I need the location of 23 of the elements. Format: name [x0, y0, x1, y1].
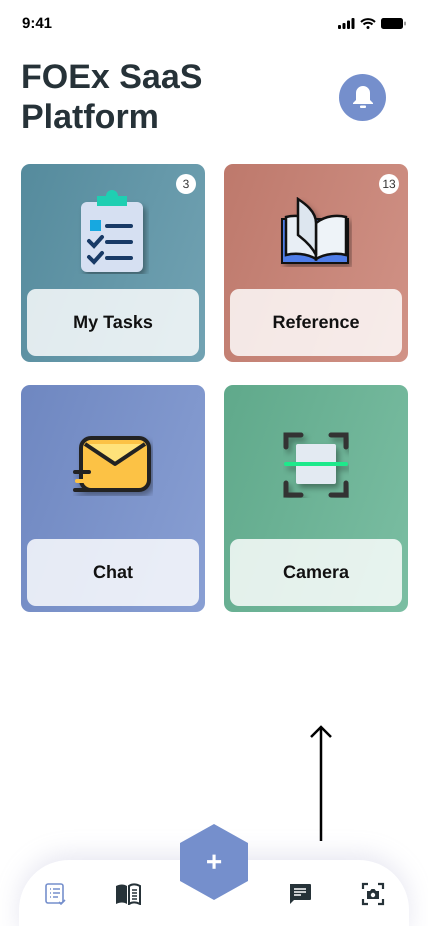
- card-label: My Tasks: [27, 289, 199, 356]
- count-badge: 13: [379, 174, 399, 194]
- tasks-tab-icon[interactable]: [43, 882, 68, 906]
- card-label: Reference: [230, 289, 402, 356]
- signal-icon: [338, 18, 355, 28]
- count-badge: 3: [176, 174, 196, 194]
- scanner-icon: [283, 432, 349, 498]
- book-tab-icon[interactable]: [114, 883, 141, 905]
- card-label: Camera: [230, 539, 402, 606]
- status-time: 9:41: [22, 14, 52, 32]
- card-label: Chat: [27, 539, 199, 606]
- camera-tab-icon[interactable]: [360, 882, 385, 906]
- bell-icon: [352, 85, 374, 109]
- open-book-icon: [280, 196, 352, 266]
- battery-icon: [381, 18, 406, 28]
- wifi-icon: [360, 18, 376, 28]
- menu-card[interactable]: 3 My Tasks: [21, 164, 205, 362]
- chat-tab-icon[interactable]: [288, 883, 312, 905]
- app-title: FOEx SaaS Platform: [21, 57, 204, 137]
- menu-card[interactable]: 13 Reference: [224, 164, 408, 362]
- menu-card[interactable]: Camera: [224, 385, 408, 612]
- notifications-button[interactable]: [339, 74, 386, 120]
- menu-card[interactable]: Chat: [21, 385, 205, 612]
